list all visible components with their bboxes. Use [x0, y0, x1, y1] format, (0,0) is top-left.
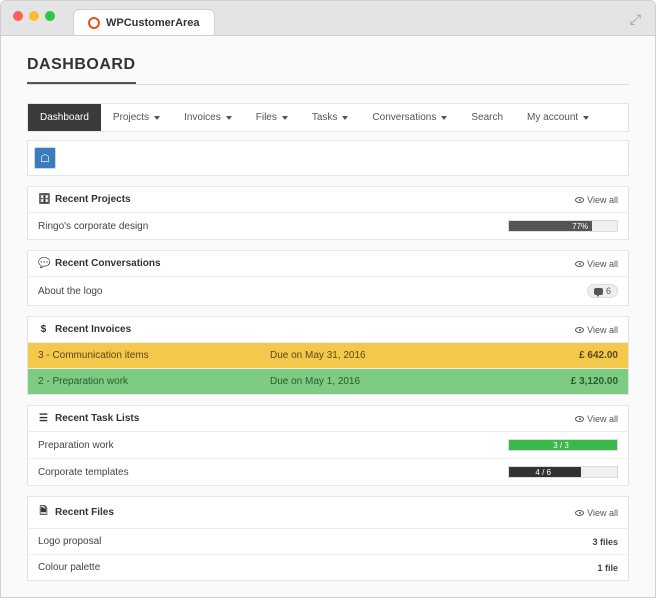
nav-conversations[interactable]: Conversations [360, 104, 459, 131]
message-count-badge: 6 [587, 284, 618, 298]
dollar-icon: $ [38, 324, 49, 335]
file-icon: 🗎 [38, 504, 49, 521]
minimize-dot-icon[interactable] [29, 11, 39, 21]
page-body: DASHBOARD Dashboard Projects Invoices Fi… [0, 36, 656, 598]
chevron-down-icon [342, 116, 348, 120]
tasklist-progress: 4 / 6 [508, 466, 618, 478]
file-count: 1 file [597, 563, 618, 573]
chevron-down-icon [282, 116, 288, 120]
tasklist-row[interactable]: Preparation work 3 / 3 [28, 432, 628, 459]
chevron-down-icon [226, 116, 232, 120]
section-title: Recent Invoices [55, 324, 131, 335]
conversation-row[interactable]: About the logo 6 [28, 277, 628, 305]
eye-icon [575, 327, 584, 333]
invoice-row[interactable]: 2 - Preparation work Due on May 1, 2016 … [28, 369, 628, 394]
conversation-label: About the logo [38, 286, 587, 297]
project-row[interactable]: Ringo's corporate design 77% [28, 213, 628, 239]
page-title: DASHBOARD [27, 56, 136, 84]
nav-dashboard[interactable]: Dashboard [28, 104, 101, 131]
invoice-due: Due on May 31, 2016 [270, 350, 473, 361]
browser-chrome: WPCustomerArea ⤢ [0, 0, 656, 36]
chevron-down-icon [441, 116, 447, 120]
eye-icon [575, 510, 584, 516]
tasklist-label: Preparation work [38, 440, 508, 451]
panel-recent-conversations: 💬 Recent Conversations View all About th… [27, 250, 629, 306]
panel-recent-files: 🗎 Recent Files View all Logo proposal 3 … [27, 496, 629, 581]
view-all-files[interactable]: View all [575, 508, 618, 518]
nav-search[interactable]: Search [459, 104, 515, 131]
eye-icon [575, 261, 584, 267]
list-icon: ☰ [38, 413, 49, 424]
browser-tab[interactable]: WPCustomerArea [73, 9, 215, 35]
tasklist-row[interactable]: Corporate templates 4 / 6 [28, 459, 628, 485]
section-title: Recent Files [55, 507, 114, 518]
tasklist-progress: 3 / 3 [508, 439, 618, 451]
view-all-tasklists[interactable]: View all [575, 414, 618, 424]
file-row[interactable]: Colour palette 1 file [28, 555, 628, 580]
panel-recent-tasklists: ☰ Recent Task Lists View all Preparation… [27, 405, 629, 486]
file-label: Logo proposal [38, 536, 592, 547]
file-count: 3 files [592, 537, 618, 547]
tab-title: WPCustomerArea [106, 17, 200, 29]
nav-projects[interactable]: Projects [101, 104, 172, 131]
expand-icon[interactable]: ⤢ [630, 11, 641, 28]
chevron-down-icon [583, 116, 589, 120]
close-dot-icon[interactable] [13, 11, 23, 21]
invoice-label: 2 - Preparation work [38, 376, 270, 387]
chat-icon: 💬 [38, 258, 49, 269]
window-controls [13, 11, 55, 21]
section-title: Recent Conversations [55, 258, 161, 269]
invoice-row[interactable]: 3 - Communication items Due on May 31, 2… [28, 343, 628, 369]
invoice-amount: £ 3,120.00 [473, 376, 618, 387]
invoice-due: Due on May 1, 2016 [270, 376, 473, 387]
nav-my-account[interactable]: My account [515, 104, 601, 131]
panel-recent-projects: 🗄 Recent Projects View all Ringo's corpo… [27, 186, 629, 240]
app-logo-icon [88, 17, 100, 29]
project-progress: 77% [508, 220, 618, 232]
main-nav: Dashboard Projects Invoices Files Tasks … [27, 103, 629, 132]
chevron-down-icon [154, 116, 160, 120]
file-row[interactable]: Logo proposal 3 files [28, 529, 628, 555]
view-all-projects[interactable]: View all [575, 195, 618, 205]
project-label: Ringo's corporate design [38, 221, 508, 232]
speech-icon [594, 288, 603, 295]
nav-invoices[interactable]: Invoices [172, 104, 244, 131]
panel-recent-invoices: $ Recent Invoices View all 3 - Communica… [27, 316, 629, 395]
tasklist-label: Corporate templates [38, 467, 508, 478]
file-label: Colour palette [38, 562, 597, 573]
toolbar: ☖ [27, 140, 629, 176]
section-title: Recent Task Lists [55, 413, 139, 424]
nav-tasks[interactable]: Tasks [300, 104, 361, 131]
section-title: Recent Projects [55, 194, 131, 205]
view-all-invoices[interactable]: View all [575, 325, 618, 335]
eye-icon [575, 416, 584, 422]
briefcase-icon: 🗄 [38, 194, 49, 205]
eye-icon [575, 197, 584, 203]
invoice-label: 3 - Communication items [38, 350, 270, 361]
view-all-conversations[interactable]: View all [575, 259, 618, 269]
nav-files[interactable]: Files [244, 104, 300, 131]
user-card-icon[interactable]: ☖ [34, 147, 56, 169]
invoice-amount: £ 642.00 [473, 350, 618, 361]
maximize-dot-icon[interactable] [45, 11, 55, 21]
